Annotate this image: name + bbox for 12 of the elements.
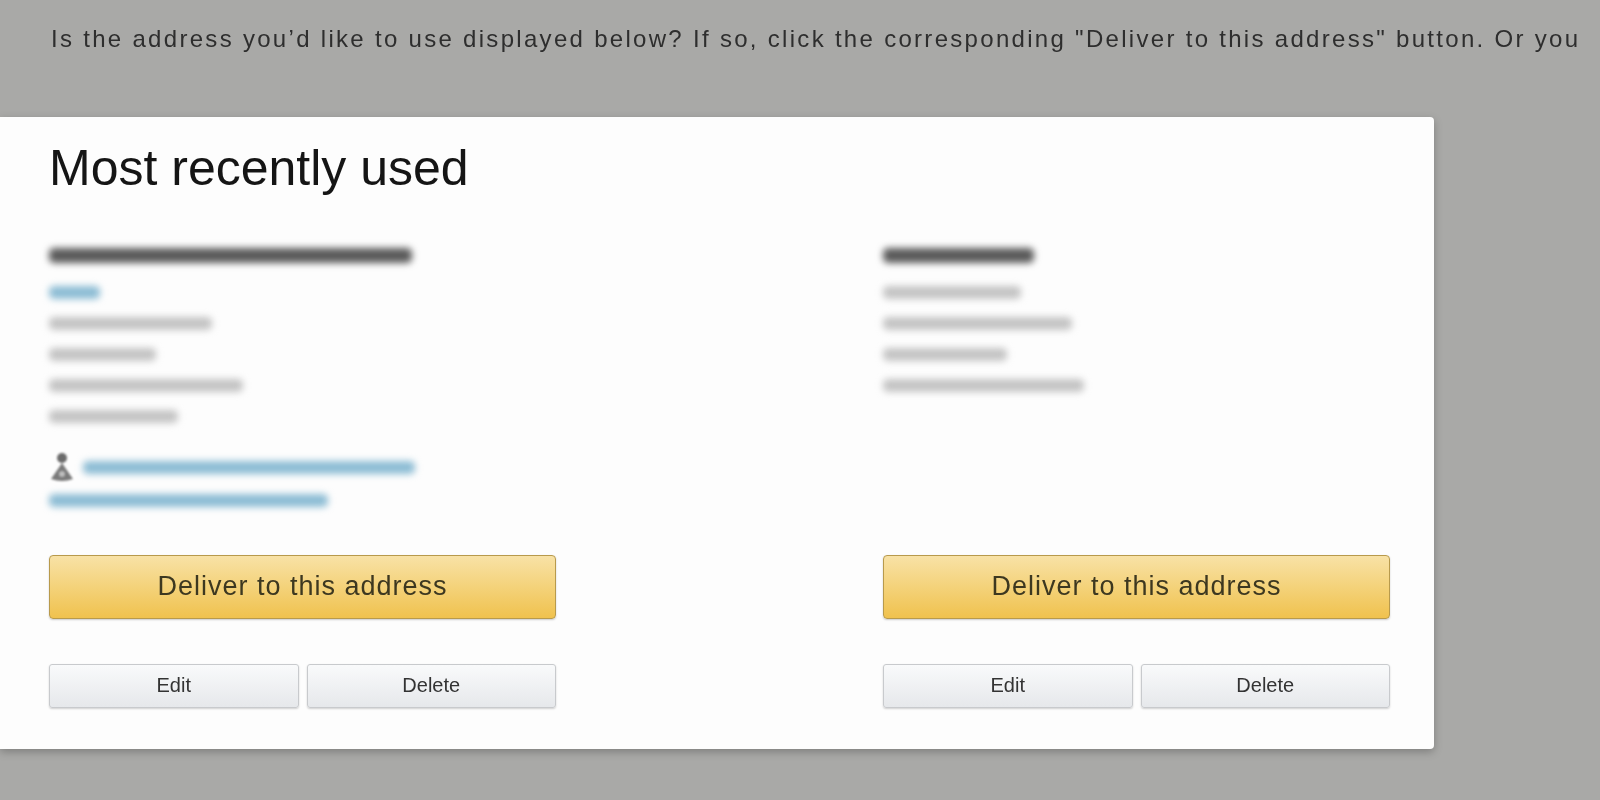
blurred-link[interactable] (49, 493, 328, 507)
edit-button[interactable]: Edit (883, 663, 1133, 708)
instruction-text: Is the address you’d like to use displayed below? If so, click the corresponding "Deliver to this address" button. Or you (51, 25, 1581, 53)
person-icon (49, 452, 75, 482)
delete-button[interactable]: Delete (1140, 663, 1390, 708)
deliver-button[interactable]: Deliver to this address (49, 554, 556, 619)
delete-button[interactable]: Delete (306, 663, 556, 708)
blurred-link[interactable] (83, 460, 415, 474)
edit-button[interactable]: Edit (49, 663, 299, 708)
section-heading: Most recently used (49, 140, 470, 198)
deliver-button[interactable]: Deliver to this address (883, 554, 1390, 619)
blurred-link[interactable] (49, 285, 100, 299)
